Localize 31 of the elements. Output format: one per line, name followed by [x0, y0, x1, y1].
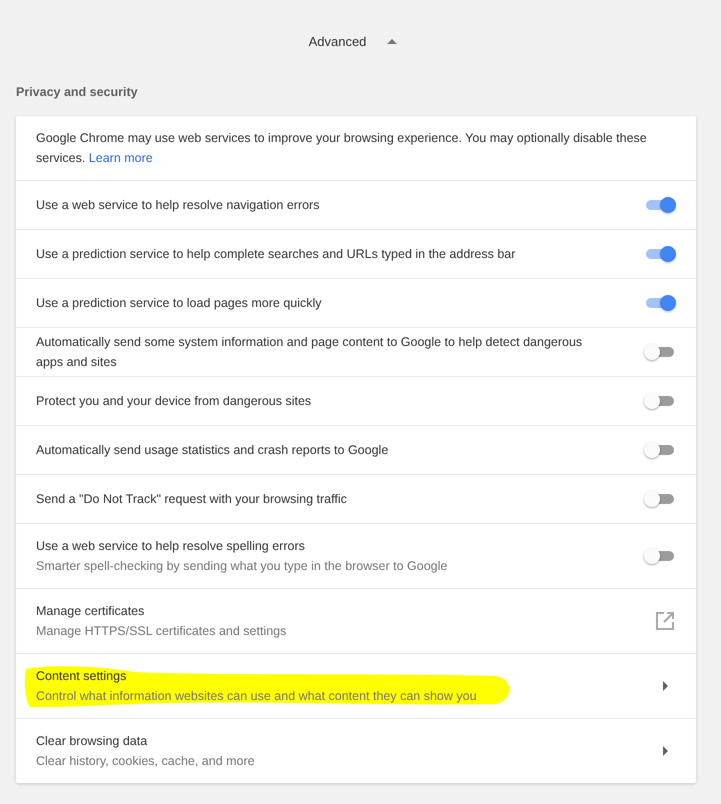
setting-label: Content settings — [36, 668, 128, 685]
toggle-switch[interactable] — [644, 246, 676, 262]
setting-label: Protect you and your device from dangerous sites — [36, 393, 312, 410]
toggle-switch[interactable] — [644, 197, 676, 213]
setting-label: Use a prediction service to help complete searches and URLs typed in the address bar — [36, 246, 516, 263]
caret-right-icon[interactable] — [663, 681, 668, 691]
toggle-switch[interactable] — [644, 393, 676, 409]
section-title: Privacy and security — [16, 84, 139, 101]
setting-label: Use a web service to help resolve navigation errors — [36, 197, 320, 214]
intro-text: Google Chrome may use web services to improve your browsing experience. You may optionally disable these services. Learn more — [36, 130, 648, 167]
caret-up-icon — [387, 38, 398, 44]
setting-label: Manage certificates — [36, 603, 146, 620]
toggle-switch[interactable] — [644, 295, 676, 311]
setting-description: Smarter spell-checking by sending what you type in the browser to Google — [36, 558, 448, 575]
setting-description: Control what information websites can use and what content they can show you — [36, 688, 478, 705]
toggle-switch[interactable] — [644, 344, 676, 360]
learn-more-link[interactable]: Learn more — [88, 151, 153, 165]
setting-label: Send a "Do Not Track" request with your browsing traffic — [36, 491, 348, 508]
setting-label: Automatically send some system information and page content to Google to help detect dangerous apps and sites — [36, 334, 584, 371]
setting-label: Automatically send usage statistics and crash reports to Google — [36, 442, 390, 459]
caret-right-icon[interactable] — [663, 746, 668, 756]
setting-label: Use a web service to help resolve spelling errors — [36, 538, 306, 555]
advanced-button[interactable]: Advanced — [304, 32, 402, 52]
toggle-switch[interactable] — [644, 548, 676, 564]
setting-description: Manage HTTPS/SSL certificates and settings — [36, 623, 288, 640]
toggle-switch[interactable] — [644, 442, 676, 458]
setting-label: Clear browsing data — [36, 733, 148, 750]
setting-label: Use a prediction service to load pages more quickly — [36, 295, 323, 312]
toggle-switch[interactable] — [644, 491, 676, 507]
setting-description: Clear history, cookies, cache, and more — [36, 753, 256, 770]
external-link-icon[interactable] — [656, 612, 674, 630]
